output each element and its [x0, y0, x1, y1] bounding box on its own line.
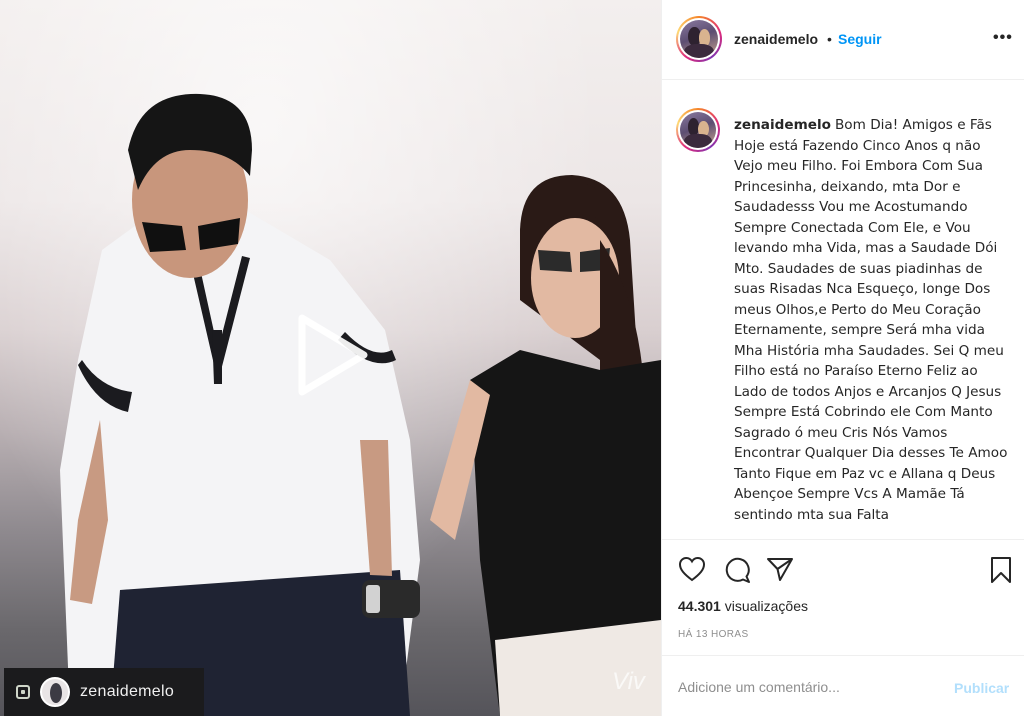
caption-username[interactable]: zenaidemelo — [734, 117, 831, 133]
caption-body: Bom Dia! Amigos e Fãs Hoje está Fazendo … — [734, 117, 1008, 523]
caption-avatar[interactable] — [676, 108, 720, 152]
heart-icon[interactable] — [678, 556, 706, 587]
video-player[interactable]: zenaidemelo Viv — [0, 0, 661, 716]
caption-section: zenaidemelo Bom Dia! Amigos e Fãs Hoje es… — [662, 81, 1024, 539]
views-label: visualizações — [724, 598, 808, 614]
video-owner-username: zenaidemelo — [80, 683, 175, 700]
header-separator: • — [827, 31, 832, 47]
reel-icon — [16, 685, 30, 699]
comment-icon[interactable] — [723, 556, 751, 589]
caption-text: zenaidemelo Bom Dia! Amigos e Fãs Hoje es… — [734, 115, 1012, 525]
post-actions: 44.301 visualizações HÁ 13 HORAS — [662, 539, 1024, 654]
share-icon[interactable] — [766, 556, 794, 587]
comment-bar: Publicar — [662, 655, 1024, 716]
author-username[interactable]: zenaidemelo — [734, 31, 818, 47]
post-timestamp[interactable]: HÁ 13 HORAS — [678, 629, 749, 640]
follow-button[interactable]: Seguir — [838, 31, 882, 47]
video-person-man — [60, 93, 420, 716]
views-count[interactable]: 44.301 visualizações — [678, 598, 808, 614]
bookmark-icon[interactable] — [989, 556, 1013, 589]
more-options-icon[interactable]: ••• — [993, 29, 1013, 47]
comment-input[interactable] — [678, 676, 928, 698]
post-panel: zenaidemelo • Seguir ••• zenaidemelo Bom … — [661, 0, 1024, 716]
video-person-woman — [430, 175, 661, 716]
views-number: 44.301 — [678, 598, 721, 614]
video-watermark: Viv — [612, 668, 645, 695]
video-owner-tag[interactable]: zenaidemelo — [4, 668, 204, 716]
play-button[interactable] — [296, 312, 370, 398]
play-icon — [298, 314, 368, 396]
post-header: zenaidemelo • Seguir ••• — [662, 0, 1024, 80]
author-avatar[interactable] — [676, 16, 722, 62]
video-owner-avatar — [40, 677, 70, 707]
publish-button[interactable]: Publicar — [954, 680, 1009, 696]
